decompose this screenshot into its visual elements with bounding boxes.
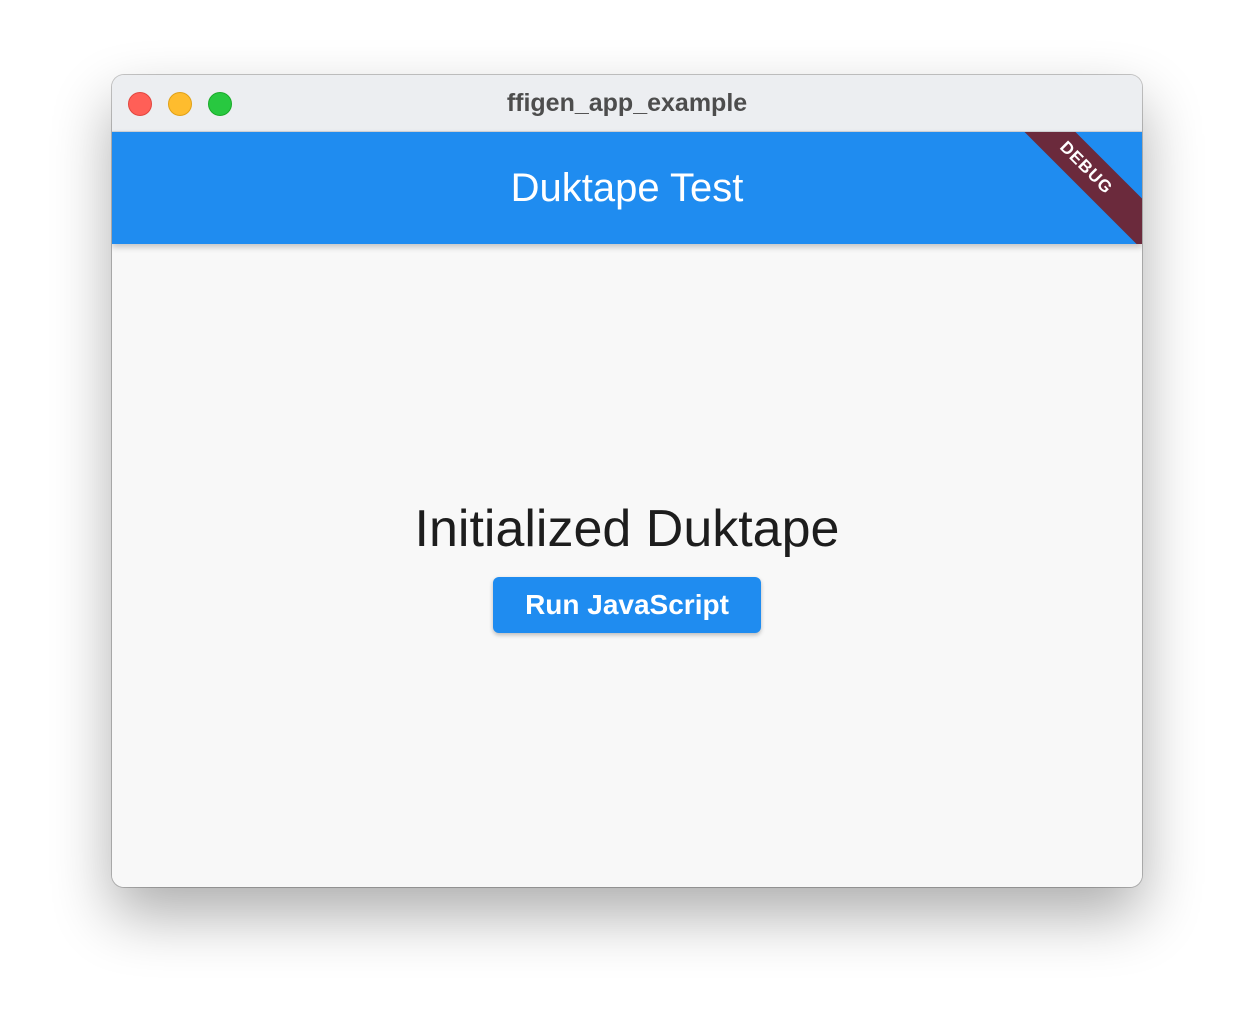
app-bar-title: Duktape Test [510,166,744,210]
app-bar: Duktape Test DEBUG [112,132,1142,244]
run-javascript-button[interactable]: Run JavaScript [493,577,761,633]
window-title: ffigen_app_example [506,89,748,117]
title-bar[interactable]: ffigen_app_example [112,75,1142,132]
status-text: Initialized Duktape [414,500,840,558]
app-window: ffigen_app_example Duktape Test DEBUG In… [112,75,1142,887]
main-content: Initialized Duktape Run JavaScript [112,244,1142,887]
